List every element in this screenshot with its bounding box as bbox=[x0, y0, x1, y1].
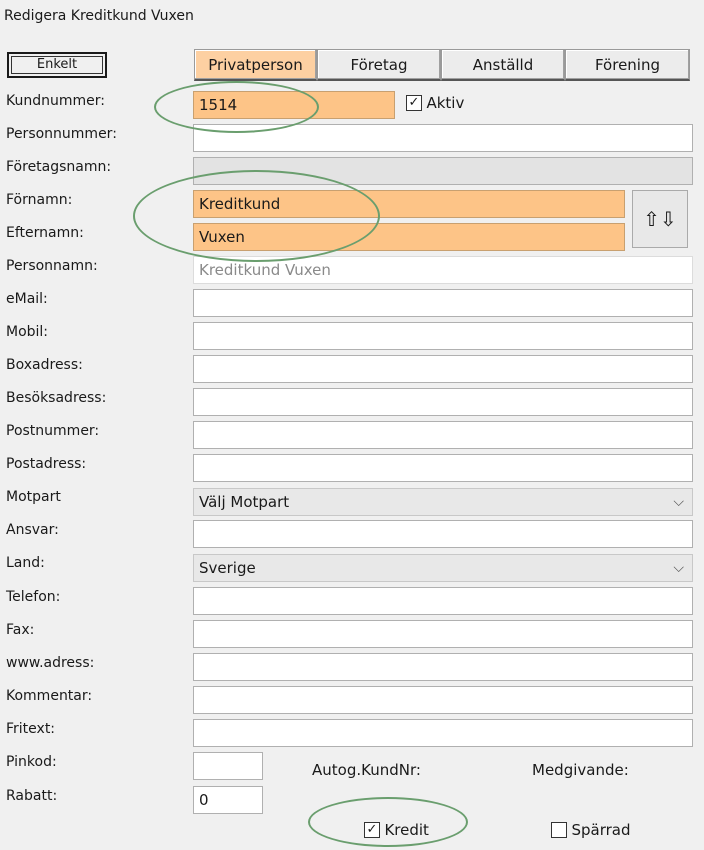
fritext-field[interactable] bbox=[193, 719, 693, 747]
postnummer-field[interactable] bbox=[193, 421, 693, 449]
fornamn-field[interactable]: Kreditkund bbox=[193, 190, 625, 218]
www-label: www.adress: bbox=[6, 655, 95, 671]
boxadress-field[interactable] bbox=[193, 355, 693, 383]
besoksadress-field[interactable] bbox=[193, 388, 693, 416]
enkelt-button[interactable]: Enkelt bbox=[7, 52, 107, 78]
kredit-label: Kredit bbox=[384, 821, 429, 839]
motpart-select-value: Välj Motpart bbox=[199, 493, 290, 511]
sparrad-label: Spärrad bbox=[571, 821, 631, 839]
pinkod-field[interactable] bbox=[193, 752, 263, 780]
efternamn-field[interactable]: Vuxen bbox=[193, 223, 625, 251]
chevron-down-icon: ⌵ bbox=[673, 560, 684, 576]
tab-anstalld[interactable]: Anställd bbox=[441, 49, 565, 81]
besoksadress-label: Besöksadress: bbox=[6, 390, 107, 406]
personnummer-label: Personnummer: bbox=[6, 126, 117, 142]
kommentar-field[interactable] bbox=[193, 686, 693, 714]
fritext-label: Fritext: bbox=[6, 721, 56, 737]
tab-foretag[interactable]: Företag bbox=[317, 49, 441, 81]
foretagsnamn-label: Företagsnamn: bbox=[6, 159, 112, 175]
motpart-select[interactable]: Välj Motpart ⌵ bbox=[193, 488, 693, 516]
personnamn-field: Kreditkund Vuxen bbox=[193, 256, 693, 284]
aktiv-label: Aktiv bbox=[426, 94, 465, 112]
medgivande-label: Medgivande: bbox=[532, 761, 629, 779]
email-field[interactable] bbox=[193, 289, 693, 317]
swap-up-down-icon: ⇧⇩ bbox=[643, 207, 677, 231]
ansvar-label: Ansvar: bbox=[6, 522, 59, 538]
boxadress-label: Boxadress: bbox=[6, 357, 83, 373]
fornamn-label: Förnamn: bbox=[6, 192, 73, 208]
window-title: Redigera Kreditkund Vuxen bbox=[4, 8, 194, 24]
ansvar-field[interactable] bbox=[193, 520, 693, 548]
tab-forening[interactable]: Förening bbox=[565, 49, 690, 81]
chevron-down-icon: ⌵ bbox=[673, 494, 684, 510]
postnummer-label: Postnummer: bbox=[6, 423, 100, 439]
telefon-field[interactable] bbox=[193, 587, 693, 615]
kredit-checkbox[interactable]: ✓ bbox=[364, 822, 380, 838]
kommentar-label: Kommentar: bbox=[6, 688, 93, 704]
kundnummer-field[interactable]: 1514 bbox=[193, 91, 395, 119]
motpart-label: Motpart bbox=[6, 489, 61, 505]
rabatt-label: Rabatt: bbox=[6, 788, 58, 804]
fax-label: Fax: bbox=[6, 622, 35, 638]
personnummer-field[interactable] bbox=[193, 124, 693, 152]
mobil-label: Mobil: bbox=[6, 324, 49, 340]
telefon-label: Telefon: bbox=[6, 589, 61, 605]
land-select-value: Sverige bbox=[199, 559, 256, 577]
kundnummer-label: Kundnummer: bbox=[6, 93, 105, 109]
foretagsnamn-field bbox=[193, 157, 693, 185]
aktiv-checkbox[interactable]: ✓ bbox=[406, 95, 422, 111]
fax-field[interactable] bbox=[193, 620, 693, 648]
personnamn-label: Personnamn: bbox=[6, 258, 98, 274]
efternamn-label: Efternamn: bbox=[6, 225, 84, 241]
www-field[interactable] bbox=[193, 653, 693, 681]
autog-kundnr-label: Autog.KundNr: bbox=[312, 761, 421, 779]
land-select[interactable]: Sverige ⌵ bbox=[193, 554, 693, 582]
tab-privatperson[interactable]: Privatperson bbox=[194, 49, 317, 81]
land-label: Land: bbox=[6, 555, 45, 571]
email-label: eMail: bbox=[6, 291, 48, 307]
mobil-field[interactable] bbox=[193, 322, 693, 350]
pinkod-label: Pinkod: bbox=[6, 754, 57, 770]
swap-names-button[interactable]: ⇧⇩ bbox=[632, 190, 688, 248]
rabatt-field[interactable]: 0 bbox=[193, 786, 263, 814]
sparrad-checkbox[interactable] bbox=[551, 822, 567, 838]
aktiv-checkbox-wrap[interactable]: ✓ Aktiv bbox=[406, 94, 464, 112]
postadress-label: Postadress: bbox=[6, 456, 87, 472]
sparrad-checkbox-wrap[interactable]: Spärrad bbox=[551, 821, 630, 839]
kredit-checkbox-wrap[interactable]: ✓ Kredit bbox=[364, 821, 429, 839]
postadress-field[interactable] bbox=[193, 454, 693, 482]
